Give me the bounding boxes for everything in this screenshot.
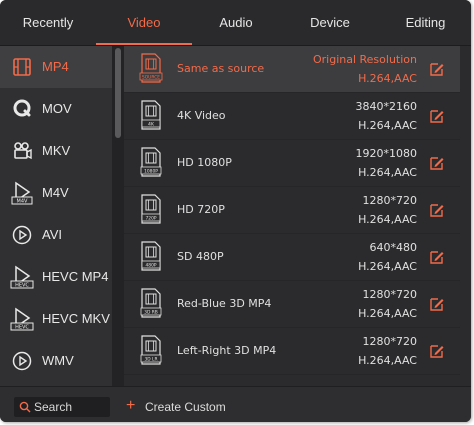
preset-list-scrollbar-track	[460, 46, 471, 386]
preset-row-same-as-source[interactable]: SOURCE Same as source Original Resolutio…	[124, 46, 460, 93]
search-box[interactable]	[14, 397, 110, 417]
preset-row-480p[interactable]: 480P SD 480P 640*480 H.264,AAC	[124, 234, 460, 281]
sidebar-item-mkv[interactable]: MKV	[0, 130, 112, 172]
preset-name: Same as source	[177, 62, 265, 75]
preset-codec: H.264,AAC	[358, 72, 417, 85]
preset-list: SOURCE Same as source Original Resolutio…	[124, 46, 460, 386]
play-circle-icon	[12, 225, 32, 245]
video-file-icon: 480P	[141, 241, 161, 271]
preset-resolution: 1920*1080	[355, 147, 418, 160]
edit-icon[interactable]	[429, 61, 445, 77]
preset-resolution: 1280*720	[362, 335, 418, 348]
search-input[interactable]	[34, 397, 106, 417]
edit-icon[interactable]	[429, 343, 445, 359]
sidebar-item-label: M4V	[42, 185, 69, 200]
sidebar-item-label: MKV	[42, 143, 71, 158]
hevc-play-icon: HEVC	[10, 265, 34, 289]
sidebar-item-m4v[interactable]: M4V M4V	[0, 172, 112, 214]
preset-name: HD 720P	[177, 203, 225, 216]
film-icon	[13, 58, 31, 76]
preset-name: SD 480P	[177, 250, 224, 263]
sidebar-item-hevc-mkv[interactable]: HEVC HEVC MKV	[0, 298, 112, 340]
create-custom-label: Create Custom	[145, 400, 226, 414]
preset-resolution: 640*480	[369, 241, 418, 254]
preset-badge: 480P	[145, 263, 156, 269]
preset-name: Left-Right 3D MP4	[177, 344, 277, 357]
sidebar-item-mov[interactable]: MOV	[0, 88, 112, 130]
preset-badge: 4K	[148, 122, 155, 128]
bottom-bar: + Create Custom	[0, 386, 471, 422]
sidebar-item-label: MOV	[42, 101, 72, 116]
preset-name: 4K Video	[177, 109, 226, 122]
camera-icon	[14, 142, 32, 160]
tab-device[interactable]: Device	[280, 0, 380, 45]
svg-text:M4V: M4V	[17, 199, 28, 205]
preset-badge: 3D LR	[144, 357, 157, 363]
format-sidebar: MP4 MOV MKV M4V M4V AVI HEVC HEVC MP4 HE…	[0, 46, 112, 386]
sidebar-item-label: AVI	[42, 227, 62, 242]
preset-codec: H.264,AAC	[358, 307, 417, 320]
sidebar-item-avi[interactable]: AVI	[0, 214, 112, 256]
preset-badge: SOURCE	[142, 75, 160, 81]
video-file-icon: 3D RB	[140, 288, 162, 318]
edit-icon[interactable]	[429, 108, 445, 124]
edit-icon[interactable]	[429, 296, 445, 312]
preset-name: HD 1080P	[177, 156, 232, 169]
preset-row-4k[interactable]: 4K 4K Video 3840*2160 H.264,AAC	[124, 93, 460, 140]
preset-codec: H.264,AAC	[358, 354, 417, 367]
video-file-icon: 1080P	[140, 147, 162, 177]
preset-name: Red-Blue 3D MP4	[177, 297, 272, 310]
preset-row-red-blue-3d[interactable]: 3D RB Red-Blue 3D MP4 1280*720 H.264,AAC	[124, 281, 460, 328]
preset-row-left-right-3d[interactable]: 3D LR Left-Right 3D MP4 1280*720 H.264,A…	[124, 328, 460, 375]
preset-resolution: 1280*720	[362, 194, 418, 207]
play-circle-icon	[12, 351, 32, 371]
preset-badge: 1080P	[144, 169, 158, 175]
preset-row-1080p[interactable]: 1080P HD 1080P 1920*1080 H.264,AAC	[124, 140, 460, 187]
svg-text:HEVC: HEVC	[15, 283, 29, 289]
sidebar-item-label: HEVC MKV	[42, 311, 110, 326]
sidebar-item-mp4[interactable]: MP4	[0, 46, 112, 88]
preset-codec: H.264,AAC	[358, 119, 417, 132]
preset-row-720p[interactable]: 720P HD 720P 1280*720 H.264,AAC	[124, 187, 460, 234]
sidebar-scrollbar[interactable]	[115, 48, 121, 138]
svg-text:HEVC: HEVC	[15, 325, 29, 331]
sidebar-item-wmv[interactable]: WMV	[0, 340, 112, 382]
tab-recently[interactable]: Recently	[0, 0, 96, 45]
sidebar-item-hevc-mp4[interactable]: HEVC HEVC MP4	[0, 256, 112, 298]
format-tabs: Recently Video Audio Device Editing	[0, 0, 471, 46]
video-file-icon: 720P	[141, 194, 161, 224]
source-file-icon: SOURCE	[139, 53, 163, 83]
tab-editing[interactable]: Editing	[380, 0, 471, 45]
plus-icon: +	[126, 397, 136, 414]
edit-icon[interactable]	[429, 249, 445, 265]
edit-icon[interactable]	[429, 202, 445, 218]
preset-badge: 3D RB	[144, 310, 158, 316]
preset-codec: H.264,AAC	[358, 260, 417, 273]
preset-codec: H.264,AAC	[358, 213, 417, 226]
preset-codec: H.264,AAC	[358, 166, 417, 179]
preset-resolution: 1280*720	[362, 288, 418, 301]
sidebar-item-label: WMV	[42, 353, 74, 368]
preset-resolution: 3840*2160	[355, 100, 418, 113]
tab-video[interactable]: Video	[96, 0, 192, 45]
preset-resolution: Original Resolution	[312, 53, 417, 66]
format-picker-window: Recently Video Audio Device Editing MP4 …	[0, 0, 471, 422]
video-file-icon: 3D LR	[140, 335, 162, 365]
active-tab-indicator	[96, 43, 192, 45]
search-icon	[19, 401, 31, 413]
m4v-play-icon: M4V	[11, 181, 33, 205]
sidebar-item-label: HEVC MP4	[42, 269, 109, 284]
quicktime-icon	[13, 99, 31, 117]
edit-icon[interactable]	[429, 155, 445, 171]
sidebar-item-label: MP4	[42, 59, 69, 74]
video-file-icon: 4K	[141, 100, 161, 130]
preset-badge: 720P	[145, 216, 156, 222]
hevc-play-icon: HEVC	[10, 307, 34, 331]
tab-audio[interactable]: Audio	[192, 0, 280, 45]
